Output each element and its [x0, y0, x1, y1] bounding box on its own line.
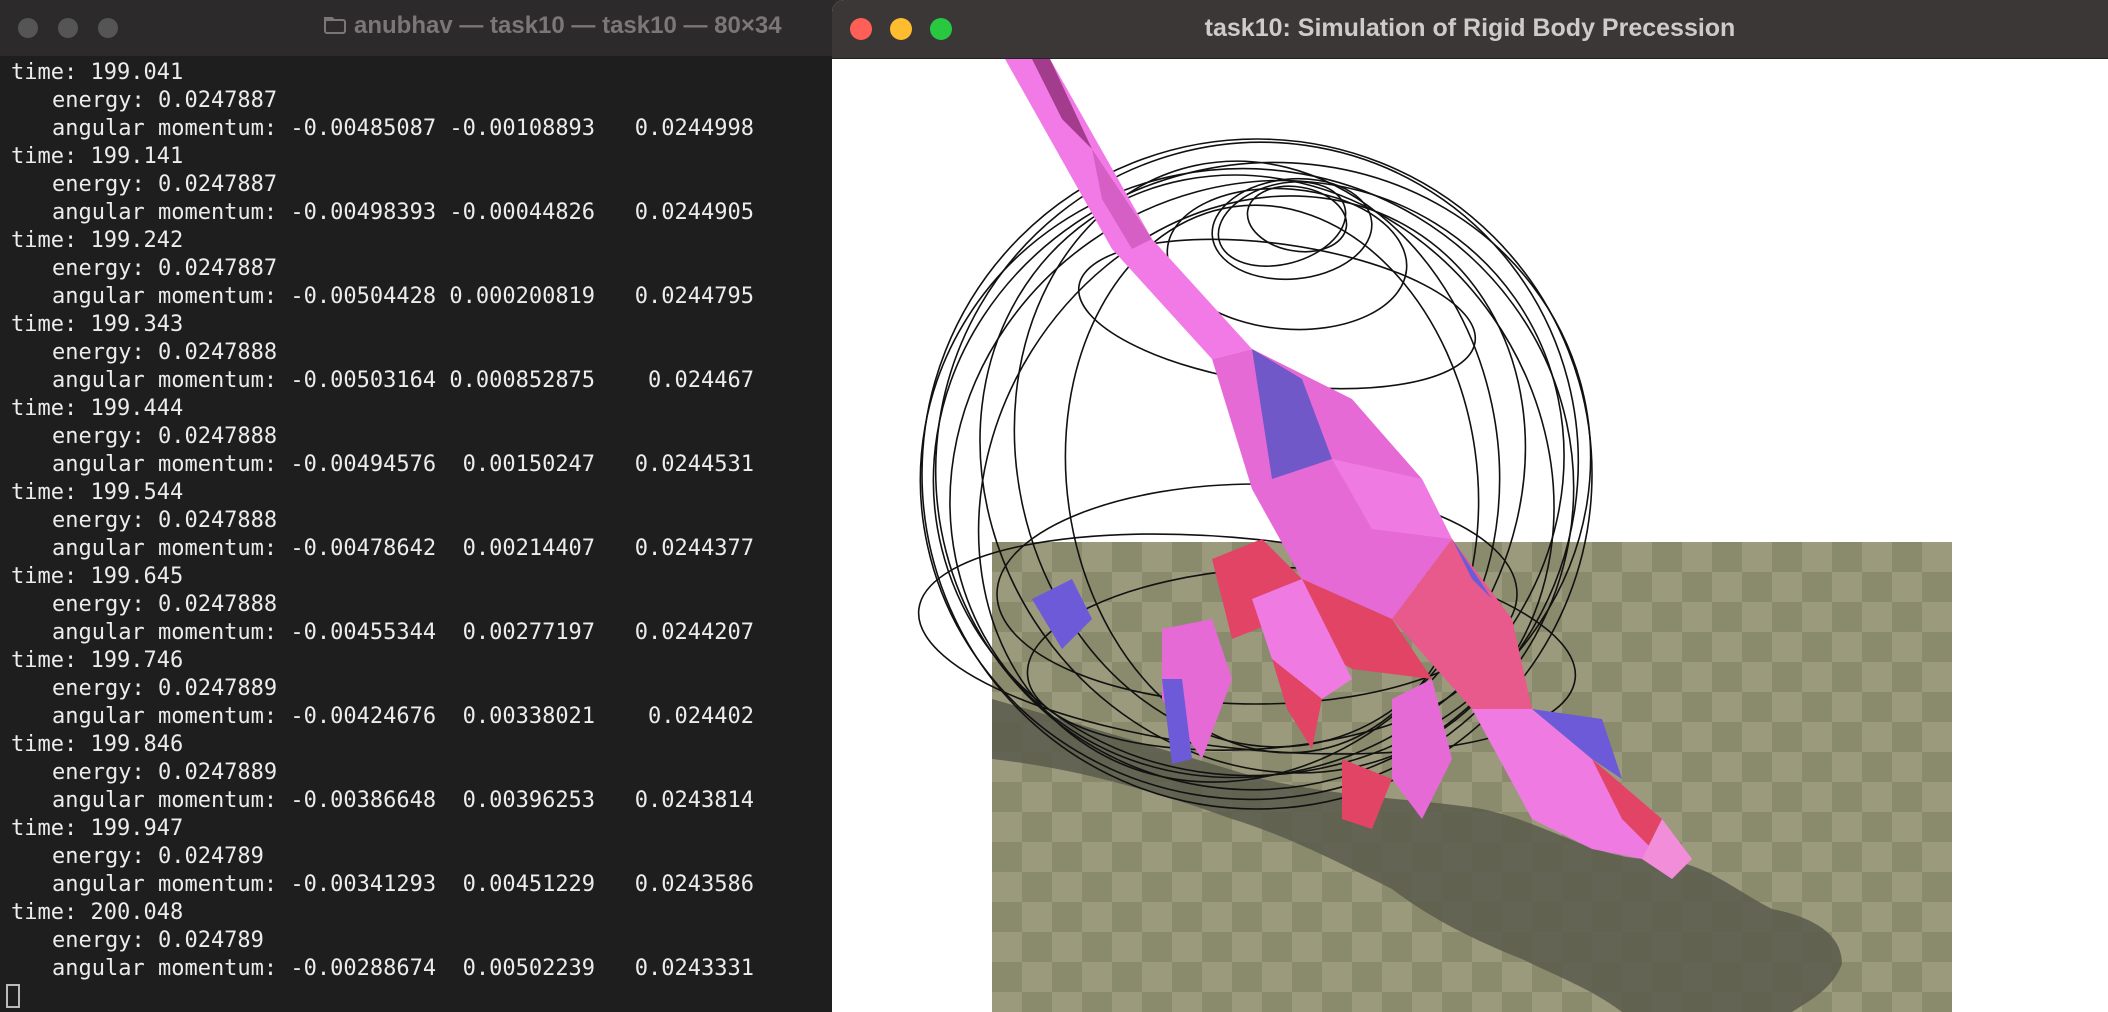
time-line: time: 199.846: [11, 732, 184, 757]
app-titlebar[interactable]: task10: Simulation of Rigid Body Precess…: [832, 0, 2108, 59]
window-title: task10: Simulation of Rigid Body Precess…: [1204, 14, 1736, 42]
terminal-titlebar[interactable]: anubhav — task10 — task10 — 80×34: [0, 0, 840, 56]
time-line: time: 199.041: [11, 60, 184, 85]
terminal-cursor: [6, 984, 20, 1008]
angular-momentum-line: angular momentum: -0.00503164 0.00085287…: [52, 368, 754, 393]
trace-loop: [1246, 185, 1348, 253]
simulation-window[interactable]: task10: Simulation of Rigid Body Precess…: [832, 0, 2108, 1012]
terminal-title: anubhav — task10 — task10 — 80×34: [354, 12, 782, 39]
angular-momentum-line: angular momentum: -0.00424676 0.00338021…: [52, 704, 754, 729]
angular-momentum-line: angular momentum: -0.00386648 0.00396253…: [52, 788, 754, 813]
terminal-minimize-button[interactable]: [58, 18, 78, 38]
angular-momentum-line: angular momentum: -0.00494576 0.00150247…: [52, 452, 754, 477]
terminal-zoom-button[interactable]: [98, 18, 118, 38]
time-line: time: 199.141: [11, 144, 184, 169]
energy-line: energy: 0.0247888: [52, 592, 278, 617]
angular-momentum-line: angular momentum: -0.00341293 0.00451229…: [52, 872, 754, 897]
energy-line: energy: 0.0247889: [52, 760, 278, 785]
angular-momentum-line: angular momentum: -0.00288674 0.00502239…: [52, 956, 754, 981]
terminal-window[interactable]: anubhav — task10 — task10 — 80×34 time: …: [0, 0, 840, 1012]
folder-icon: [324, 17, 346, 34]
time-line: time: 199.343: [11, 312, 184, 337]
time-line: time: 199.444: [11, 396, 184, 421]
angular-momentum-line: angular momentum: -0.00498393 -0.0004482…: [52, 200, 754, 225]
angular-momentum-line: angular momentum: -0.00478642 0.00214407…: [52, 536, 754, 561]
energy-line: energy: 0.0247887: [52, 172, 278, 197]
energy-line: energy: 0.024789: [52, 928, 264, 953]
energy-line: energy: 0.0247889: [52, 676, 278, 701]
time-line: time: 199.947: [11, 816, 184, 841]
angular-momentum-line: angular momentum: -0.00455344 0.00277197…: [52, 620, 754, 645]
energy-line: energy: 0.024789: [52, 844, 264, 869]
terminal-close-button[interactable]: [18, 18, 38, 38]
time-line: time: 199.645: [11, 564, 184, 589]
energy-line: energy: 0.0247887: [52, 88, 278, 113]
time-line: time: 199.746: [11, 648, 184, 673]
energy-line: energy: 0.0247888: [52, 340, 278, 365]
time-line: time: 199.544: [11, 480, 184, 505]
energy-line: energy: 0.0247888: [52, 424, 278, 449]
energy-line: energy: 0.0247888: [52, 508, 278, 533]
angular-momentum-line: angular momentum: -0.00485087 -0.0010889…: [52, 116, 754, 141]
terminal-output[interactable]: time: 199.041 energy: 0.0247887 angular mo…: [11, 59, 831, 983]
energy-line: energy: 0.0247887: [52, 256, 278, 281]
time-line: time: 200.048: [11, 900, 184, 925]
time-line: time: 199.242: [11, 228, 184, 253]
simulation-viewport[interactable]: [832, 59, 2108, 1012]
angular-momentum-line: angular momentum: -0.00504428 0.00020081…: [52, 284, 754, 309]
